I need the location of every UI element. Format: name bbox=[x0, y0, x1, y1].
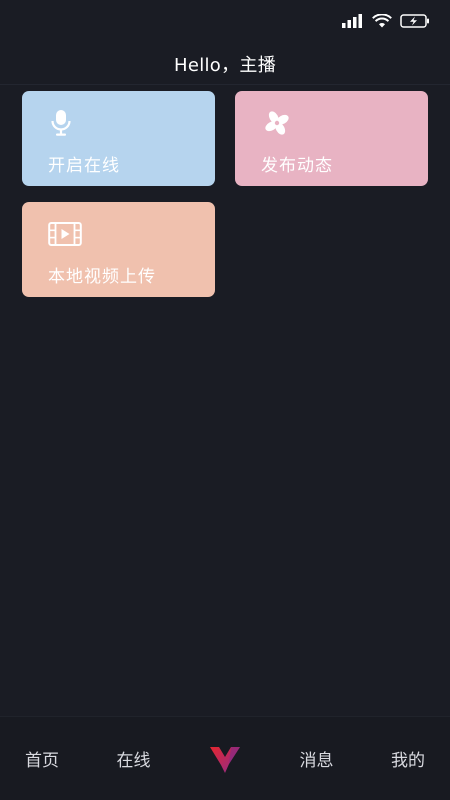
microphone-icon bbox=[48, 109, 215, 137]
app-logo-icon[interactable] bbox=[203, 744, 247, 774]
page-title: Hello，主播 bbox=[173, 55, 277, 76]
pinwheel-icon bbox=[261, 109, 428, 137]
signal-icon bbox=[342, 14, 364, 28]
status-bar bbox=[0, 0, 450, 42]
bottom-nav: 首页 在线 消息 我的 bbox=[0, 716, 450, 800]
nav-profile[interactable]: 我的 bbox=[386, 746, 430, 771]
card-label: 本地视频上传 bbox=[48, 267, 156, 287]
nav-home[interactable]: 首页 bbox=[20, 746, 64, 771]
page-header: Hello，主播 bbox=[0, 44, 450, 85]
upload-local-video-card[interactable]: 本地视频上传 bbox=[22, 202, 215, 297]
nav-online[interactable]: 在线 bbox=[112, 746, 156, 771]
card-label: 发布动态 bbox=[261, 156, 333, 176]
film-icon bbox=[48, 220, 215, 248]
battery-charging-icon bbox=[400, 14, 430, 28]
app-screen: Hello，主播 开启在线 发布动态 本地视频上传 首页 在线 消息 我的 bbox=[0, 0, 450, 800]
nav-messages[interactable]: 消息 bbox=[295, 746, 339, 771]
go-online-card[interactable]: 开启在线 bbox=[22, 91, 215, 186]
wifi-icon bbox=[372, 14, 392, 28]
post-update-card[interactable]: 发布动态 bbox=[235, 91, 428, 186]
card-label: 开启在线 bbox=[48, 156, 120, 176]
